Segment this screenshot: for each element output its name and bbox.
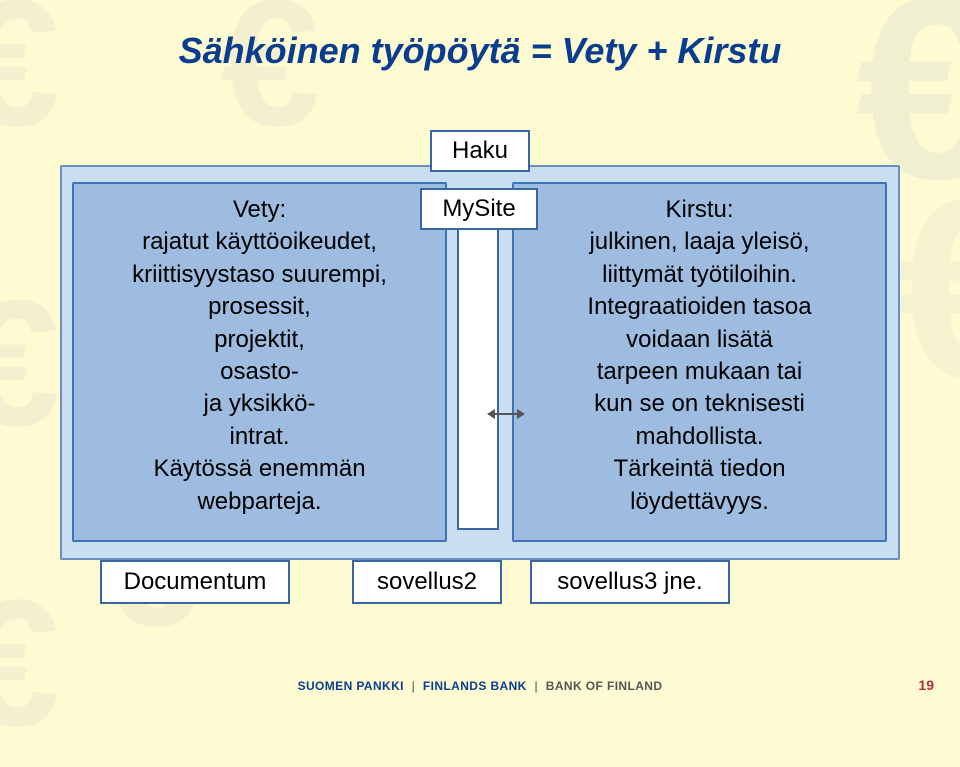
mysite-box: MySite xyxy=(420,188,538,230)
documentum-box: Documentum xyxy=(100,560,290,604)
euro-watermark: € xyxy=(895,140,960,439)
footer-separator: | xyxy=(535,679,539,693)
page-number: 19 xyxy=(918,677,934,693)
euro-watermark: € xyxy=(0,560,60,767)
footer-separator: | xyxy=(412,679,416,693)
sovellus2-label: sovellus2 xyxy=(377,568,477,595)
footer-org-3: BANK OF FINLAND xyxy=(546,679,663,693)
slide-title: Sähköinen työpöytä = Vety + Kirstu xyxy=(0,30,960,72)
mysite-label: MySite xyxy=(442,195,515,223)
kirstu-box: Kirstu: julkinen, laaja yleisö, liittymä… xyxy=(512,182,887,542)
footer: SUOMEN PANKKI | FINLANDS BANK | BANK OF … xyxy=(0,679,960,693)
footer-org-2: FINLANDS BANK xyxy=(423,679,527,693)
vety-box: Vety: rajatut käyttöoikeudet, kriittisyy… xyxy=(72,182,447,542)
center-divider-box xyxy=(457,225,499,530)
footer-org-1: SUOMEN PANKKI xyxy=(298,679,404,693)
euro-watermark: € xyxy=(0,0,60,167)
haku-box: Haku xyxy=(430,130,530,172)
diagram-container: Vety: rajatut käyttöoikeudet, kriittisyy… xyxy=(60,130,900,600)
haku-label: Haku xyxy=(452,137,508,165)
vety-text: Vety: rajatut käyttöoikeudet, kriittisyy… xyxy=(88,194,431,518)
sovellus3-label: sovellus3 jne. xyxy=(557,568,702,595)
sovellus2-box: sovellus2 xyxy=(352,560,502,604)
euro-watermark: € xyxy=(0,260,60,467)
kirstu-text: Kirstu: julkinen, laaja yleisö, liittymä… xyxy=(528,194,871,518)
bidirectional-arrow-icon xyxy=(493,413,519,415)
sovellus3-box: sovellus3 jne. xyxy=(530,560,730,604)
documentum-label: Documentum xyxy=(124,568,267,595)
